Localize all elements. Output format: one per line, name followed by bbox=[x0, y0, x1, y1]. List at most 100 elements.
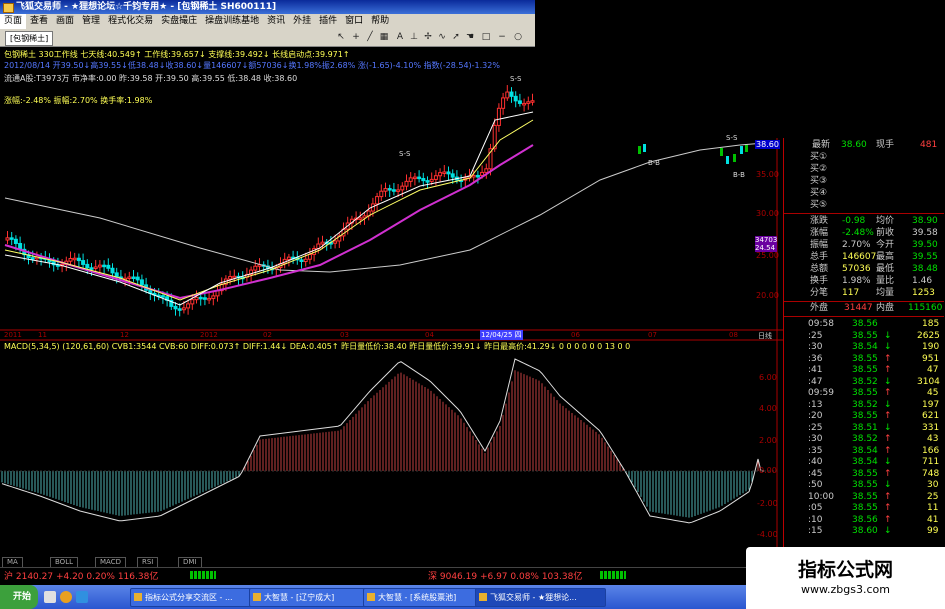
tick-dir: ↑ bbox=[884, 434, 892, 444]
date-label: 08 bbox=[729, 331, 738, 339]
candle bbox=[303, 258, 308, 262]
tick-price: 38.55 bbox=[852, 353, 878, 364]
task-forum[interactable]: 指标公式分享交流区 - ... bbox=[130, 588, 261, 607]
latest-label: 最新 bbox=[812, 140, 831, 150]
candle bbox=[530, 100, 535, 103]
candle bbox=[379, 190, 384, 198]
candle bbox=[501, 97, 506, 109]
stat-row: 涨跌 -0.98 均价 38.90 bbox=[784, 216, 944, 227]
stat-label: 均量 bbox=[876, 288, 895, 298]
stat-value: 2.70% bbox=[842, 240, 871, 250]
candle bbox=[202, 297, 207, 300]
stat-value: 117 bbox=[842, 288, 860, 298]
period-label[interactable]: 日线 bbox=[758, 331, 772, 341]
task-icon bbox=[134, 593, 142, 601]
stat-value: 38.90 bbox=[912, 216, 938, 226]
bid-label: 买④ bbox=[810, 188, 828, 198]
tick-row: :13 38.52 ↓ 197 bbox=[784, 400, 944, 411]
tick-dir: ↑ bbox=[884, 353, 892, 364]
tick-vol: 197 bbox=[922, 399, 940, 410]
tick-time: :13 bbox=[808, 399, 823, 410]
tick-vol: 331 bbox=[922, 422, 940, 433]
candle bbox=[85, 263, 90, 269]
start-button[interactable]: 开始 bbox=[0, 585, 38, 609]
date-label: 02 bbox=[263, 331, 272, 339]
candle bbox=[102, 264, 107, 268]
divider bbox=[784, 301, 944, 302]
tick-time: :15 bbox=[808, 526, 823, 536]
task-feihu[interactable]: 飞狐交易师 - ★狸想论... bbox=[475, 588, 606, 607]
candle bbox=[408, 177, 413, 182]
macd-axis-label: 6.00 bbox=[759, 373, 777, 382]
watermark-url: www.zbgs3.com bbox=[801, 583, 890, 596]
candle bbox=[480, 171, 485, 176]
candle bbox=[358, 217, 363, 220]
date-label: 2012 bbox=[200, 331, 218, 339]
date-label: 12 bbox=[120, 331, 129, 339]
tick-time: :41 bbox=[808, 365, 823, 375]
candle bbox=[446, 171, 451, 175]
task-dzh-pool[interactable]: 大智慧 - [系统股票池] bbox=[363, 588, 487, 607]
stat-row: 振幅 2.70% 今开 39.50 bbox=[784, 240, 944, 251]
stat-label: 今开 bbox=[876, 240, 895, 250]
tick-time: :10 bbox=[808, 514, 823, 525]
tick-price: 38.55 bbox=[852, 480, 878, 490]
outer-inner-row: 外盘 31447 内盘 115160 bbox=[784, 303, 944, 314]
candle bbox=[643, 144, 646, 152]
candle bbox=[387, 188, 392, 191]
browser-icon[interactable] bbox=[60, 591, 72, 603]
candle bbox=[438, 172, 443, 177]
stat-label: 总手 bbox=[810, 252, 829, 262]
task-icon bbox=[253, 593, 261, 601]
tick-price: 38.56 bbox=[852, 514, 878, 525]
stat-row: 总手 146607 最高 39.55 bbox=[784, 252, 944, 263]
stat-label: 振幅 bbox=[810, 240, 829, 250]
tick-row: :40 38.54 ↓ 711 bbox=[784, 457, 944, 468]
stat-value: 146607 bbox=[842, 252, 877, 262]
tick-time: :20 bbox=[808, 411, 823, 421]
tick-vol: 185 bbox=[922, 319, 940, 329]
stat-value: 1253 bbox=[912, 288, 935, 298]
candle bbox=[135, 276, 140, 281]
tick-time: :25 bbox=[808, 422, 823, 433]
tick-row: :10 38.56 ↑ 41 bbox=[784, 515, 944, 526]
tick-vol: 166 bbox=[922, 445, 940, 456]
tick-vol: 45 bbox=[927, 388, 939, 398]
tick-vol: 190 bbox=[922, 342, 940, 352]
stat-value: 1.46 bbox=[912, 276, 933, 286]
macd-histogram-group bbox=[1, 358, 764, 524]
stat-row: 涨幅 -2.48% 前收 39.58 bbox=[784, 228, 944, 239]
latest-price: 38.60 bbox=[841, 140, 867, 150]
stat-value: 39.50 bbox=[912, 240, 938, 250]
candle bbox=[5, 237, 10, 241]
tick-vol: 2625 bbox=[917, 330, 940, 341]
tick-dir: ↓ bbox=[884, 480, 892, 490]
hand-vol: 481 bbox=[920, 140, 938, 150]
tick-price: 38.51 bbox=[852, 422, 878, 433]
macd-info-line: MACD(5,34,5) (120,61,60) CVB1:3544 CVB:6… bbox=[4, 342, 777, 352]
tick-price: 38.54 bbox=[852, 457, 878, 467]
inner-value: 115160 bbox=[908, 303, 943, 313]
candle bbox=[160, 295, 165, 298]
tick-row: :25 38.51 ↓ 331 bbox=[784, 423, 944, 434]
quicklaunch-icon[interactable] bbox=[44, 591, 56, 603]
tick-dir: ↑ bbox=[884, 503, 892, 513]
stat-label: 换手 bbox=[810, 276, 829, 286]
divider bbox=[784, 316, 944, 317]
task-icon bbox=[479, 593, 487, 601]
stat-label: 涨跌 bbox=[810, 216, 829, 226]
tick-dir: ↓ bbox=[884, 376, 892, 387]
task-dzh-liaoning[interactable]: 大智慧 - [辽宁成大] bbox=[249, 588, 375, 607]
stat-label: 总额 bbox=[810, 264, 829, 274]
candle bbox=[375, 196, 380, 205]
candle bbox=[106, 264, 111, 269]
tick-row: :30 38.54 ↓ 190 bbox=[784, 342, 944, 353]
candle bbox=[299, 259, 304, 262]
candle bbox=[475, 174, 480, 178]
tick-row: :25 38.55 ↓ 2625 bbox=[784, 331, 944, 342]
tick-dir: ↑ bbox=[884, 445, 892, 456]
divider bbox=[784, 213, 944, 214]
start-label: 开始 bbox=[13, 592, 32, 602]
tick-time: :36 bbox=[808, 353, 823, 364]
app-icon-quicklaunch[interactable] bbox=[76, 591, 88, 603]
